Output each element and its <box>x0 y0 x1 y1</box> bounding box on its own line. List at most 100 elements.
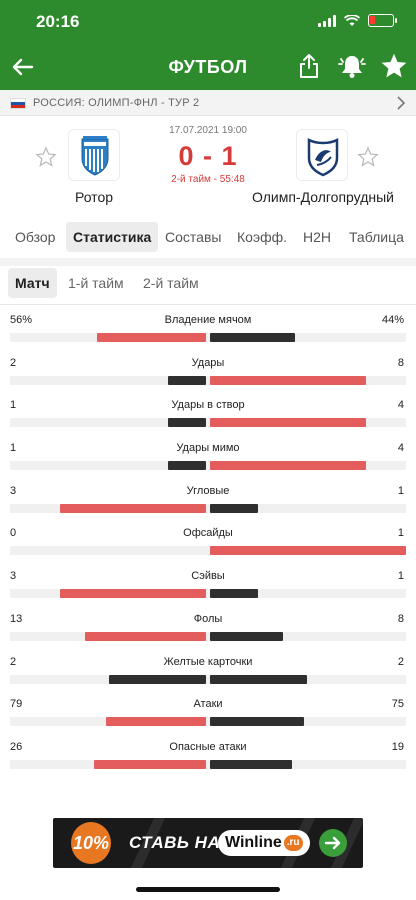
stat-away-bar <box>210 461 367 471</box>
stat-track <box>10 759 406 769</box>
stat-row: 26 Опасные атаки 19 <box>0 739 416 782</box>
tab-h2h[interactable]: H2H <box>296 222 338 252</box>
status-bar: 20:16 <box>0 0 416 44</box>
stat-home-bar <box>59 503 206 513</box>
stat-name: Сэйвы <box>191 570 225 583</box>
league-title: РОССИЯ: ОЛИМП-ФНЛ - ТУР 2 <box>33 97 200 109</box>
russia-flag-icon <box>10 98 26 109</box>
arrow-right-icon <box>319 829 347 857</box>
subtab-second-half[interactable]: 2-й тайм <box>136 268 206 298</box>
stat-away-bar <box>210 418 367 428</box>
stat-away-bar <box>210 589 258 599</box>
chevron-right-icon <box>397 96 406 110</box>
stat-name: Атаки <box>193 698 223 711</box>
signal-icon <box>318 14 336 27</box>
tab-odds[interactable]: Коэфф. <box>230 222 294 252</box>
stat-name: Угловые <box>186 484 230 497</box>
stat-row: 13 Фолы 8 <box>0 611 416 654</box>
subtab-first-half[interactable]: 1-й тайм <box>61 268 131 298</box>
stat-row: 56% Владение мячом 44% <box>0 312 416 355</box>
stat-away-bar <box>210 333 296 342</box>
stat-away-bar <box>210 546 406 556</box>
stat-track <box>10 631 406 641</box>
banner-brand: Winline .ru <box>218 830 310 856</box>
match-datetime: 17.07.2021 19:00 <box>169 125 247 136</box>
stat-home-bar <box>168 375 206 385</box>
top-bar: ФУТБОЛ <box>0 44 416 90</box>
stat-row: 3 Сэйвы 1 <box>0 568 416 611</box>
league-row[interactable]: РОССИЯ: ОЛИМП-ФНЛ - ТУР 2 <box>0 90 416 116</box>
stat-away-value: 1 <box>397 484 404 497</box>
tab-table[interactable]: Таблица <box>342 222 411 252</box>
stat-away-value: 8 <box>397 612 404 625</box>
stat-home-bar <box>106 717 206 727</box>
stat-row: 79 Атаки 75 <box>0 696 416 739</box>
stat-away-value: 8 <box>397 356 404 369</box>
stat-home-bar <box>168 461 206 471</box>
subtabs-divider <box>0 304 416 305</box>
stat-away-bar <box>210 631 284 641</box>
status-icons <box>318 14 397 27</box>
stat-home-bar <box>109 674 206 684</box>
bell-icon[interactable] <box>338 53 366 79</box>
banner-brand-suffix: .ru <box>283 834 303 851</box>
stat-home-bar <box>59 589 206 599</box>
stat-away-bar <box>210 375 367 385</box>
stat-name: Фолы <box>193 612 223 625</box>
ad-banner[interactable]: 10% СТАВЬ НА Winline .ru <box>53 818 363 868</box>
stat-name: Офсайды <box>183 527 233 540</box>
away-favorite-star-icon[interactable] <box>357 146 379 168</box>
wifi-icon <box>344 14 360 26</box>
match-header: Ротор 17.07.2021 19:00 0 - 1 2-й тайм - … <box>0 116 416 216</box>
stat-away-value: 19 <box>391 740 404 753</box>
star-icon[interactable] <box>380 52 408 80</box>
main-tabs: Обзор Статистика Составы Коэфф. H2H Табл… <box>0 222 416 254</box>
stat-name: Желтые карточки <box>163 655 253 668</box>
stat-row: 1 Удары мимо 4 <box>0 440 416 483</box>
home-team-name[interactable]: Ротор <box>44 189 144 205</box>
stat-row: 2 Удары 8 <box>0 355 416 398</box>
stat-away-value: 1 <box>397 570 404 583</box>
away-team-name[interactable]: Олимп-Долгопрудный <box>240 189 406 205</box>
share-icon[interactable] <box>297 53 321 79</box>
home-indicator <box>136 887 280 892</box>
stat-track <box>10 333 406 342</box>
stat-row: 3 Угловые 1 <box>0 483 416 526</box>
stat-home-bar <box>168 418 206 428</box>
banner-badge: 10% <box>71 822 111 864</box>
stat-away-bar <box>210 759 292 769</box>
stat-away-bar <box>210 674 307 684</box>
period-tabs: Матч 1-й тайм 2-й тайм <box>0 268 416 300</box>
subtab-match[interactable]: Матч <box>8 268 57 298</box>
tab-statistics[interactable]: Статистика <box>66 222 159 252</box>
tab-overview[interactable]: Обзор <box>8 222 62 252</box>
olimp-crest-icon <box>307 137 339 177</box>
stat-away-value: 44% <box>381 314 404 326</box>
banner-cta: СТАВЬ НА <box>129 833 221 852</box>
stat-home-bar <box>97 333 206 342</box>
stat-away-value: 4 <box>397 399 404 412</box>
stat-away-bar <box>210 717 305 727</box>
stat-name: Удары в створ <box>171 399 245 412</box>
status-time: 20:16 <box>36 12 80 31</box>
battery-icon <box>368 14 397 27</box>
stat-away-bar <box>210 503 258 513</box>
stat-away-value: 75 <box>391 698 404 711</box>
section-divider <box>0 258 416 266</box>
stat-name: Удары мимо <box>176 442 240 455</box>
stat-away-value: 2 <box>397 655 404 668</box>
match-score: 0 - 1 <box>178 141 238 171</box>
tab-lineups[interactable]: Составы <box>158 222 228 252</box>
stat-row: 2 Желтые карточки 2 <box>0 654 416 697</box>
stat-row: 1 Удары в створ 4 <box>0 397 416 440</box>
away-team-logo[interactable] <box>296 129 348 181</box>
match-live-status: 2-й тайм - 55:48 <box>171 174 245 185</box>
stat-home-bar <box>93 759 206 769</box>
banner-brand-name: Winline <box>225 834 282 851</box>
stat-name: Опасные атаки <box>169 740 247 753</box>
stat-home-bar <box>85 631 206 641</box>
stat-away-value: 4 <box>397 442 404 455</box>
stat-track <box>10 674 406 684</box>
stat-name: Удары <box>191 356 225 369</box>
stat-name: Владение мячом <box>164 314 252 326</box>
